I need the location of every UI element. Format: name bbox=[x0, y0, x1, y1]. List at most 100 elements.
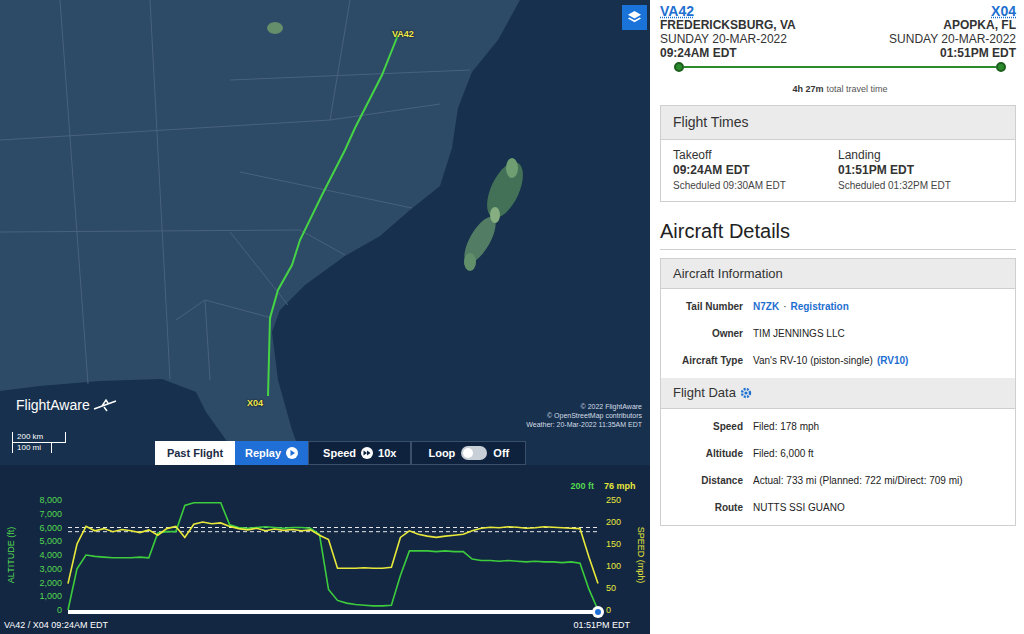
layers-icon bbox=[627, 10, 642, 25]
flight-map[interactable]: VA42X04FlightAware200 km100 mi© 2022 Fli… bbox=[0, 0, 650, 465]
row-value: Filed: 6,000 ft bbox=[753, 446, 1009, 461]
map-scale: 200 km100 mi bbox=[12, 432, 66, 453]
loop-toggle[interactable]: LoopOff bbox=[411, 441, 526, 465]
speed-tick: 250 bbox=[606, 495, 621, 505]
speed-label: Speed bbox=[323, 445, 356, 462]
value-text: · bbox=[783, 299, 786, 314]
flight-time-label: Takeoff bbox=[673, 148, 838, 163]
origin-dot bbox=[674, 62, 684, 72]
flight-details-panel: VA42FREDERICKSBURG, VASUNDAY 20-MAR-2022… bbox=[650, 0, 1024, 634]
scale-km: 200 km bbox=[12, 432, 66, 443]
layers-button[interactable] bbox=[622, 5, 647, 30]
altitude-tick: 7,000 bbox=[39, 509, 62, 519]
map-canvas bbox=[0, 0, 650, 465]
flight-time-item: Takeoff09:24AM EDTScheduled 09:30AM EDT bbox=[673, 148, 838, 193]
timeline-track[interactable] bbox=[68, 606, 604, 618]
speed-tick: 100 bbox=[606, 561, 621, 571]
speed-tick: 50 bbox=[606, 583, 616, 593]
attribution-line: © OpenStreetMap contributors bbox=[547, 411, 642, 420]
origin-airport: VA42FREDERICKSBURG, VASUNDAY 20-MAR-2022… bbox=[660, 4, 796, 60]
replay-label: Replay bbox=[245, 445, 281, 462]
row-label: Distance bbox=[661, 473, 743, 488]
aircraft-details-heading: Aircraft Details bbox=[660, 216, 1016, 250]
altitude-tick: 1,000 bbox=[39, 591, 62, 601]
row-label: Altitude bbox=[661, 446, 743, 461]
row-value: Actual: 733 mi (Planned: 722 mi/Direct: … bbox=[753, 473, 1009, 488]
flight-times-card: Flight Times Takeoff09:24AM EDTScheduled … bbox=[660, 105, 1016, 202]
play-icon bbox=[286, 447, 298, 459]
destination-airport: X04APOPKA, FLSUNDAY 20-MAR-202201:51PM E… bbox=[889, 4, 1016, 60]
origin-date: SUNDAY 20-MAR-2022 bbox=[660, 32, 787, 46]
section-title: Flight Data bbox=[673, 383, 736, 403]
timeline-handle[interactable] bbox=[592, 606, 604, 618]
altitude-axis-title: ALTITUDE (ft) bbox=[6, 527, 16, 583]
row-value: TIM JENNINGS LLC bbox=[753, 326, 1009, 341]
altitude-line bbox=[68, 503, 598, 610]
value-link[interactable]: N7ZK bbox=[753, 299, 779, 314]
scale-mi: 100 mi bbox=[12, 443, 52, 453]
origin-time: 09:24AM EDT bbox=[660, 46, 737, 60]
destination-date: SUNDAY 20-MAR-2022 bbox=[889, 32, 1016, 46]
flight-time-scheduled: Scheduled 09:30AM EDT bbox=[673, 178, 838, 193]
plane-icon bbox=[92, 398, 118, 412]
aircraft-details-title: Aircraft Details bbox=[660, 220, 790, 242]
progress-fill bbox=[684, 66, 996, 68]
cursor-altitude: 200 ft bbox=[570, 481, 594, 491]
chart-canvas: 8,0007,0006,0005,0004,0003,0002,0001,000… bbox=[0, 465, 650, 634]
value-link[interactable]: Registration bbox=[790, 299, 848, 314]
row-label: Route bbox=[661, 500, 743, 515]
progress-track bbox=[684, 66, 996, 68]
destination-city: APOPKA, FL bbox=[943, 18, 1016, 32]
fast-forward-icon bbox=[361, 447, 373, 459]
section-rows: Tail Number N7ZK · Registration Owner TIM JEN… bbox=[661, 289, 1015, 378]
past-flight-label: Past Flight bbox=[167, 445, 223, 462]
loop-label: Loop bbox=[428, 445, 455, 462]
altitude-tick: 3,000 bbox=[39, 564, 62, 574]
flight-times-header: Flight Times bbox=[661, 106, 1015, 140]
value-link[interactable]: (RV10) bbox=[877, 353, 909, 368]
speed-axis-title: SPEED (mph) bbox=[636, 527, 646, 584]
row-value: Filed: 178 mph bbox=[753, 419, 1009, 434]
row-label: Tail Number bbox=[661, 299, 743, 314]
flight-time-label: Landing bbox=[838, 148, 1003, 163]
replay-button[interactable]: Replay bbox=[235, 441, 308, 465]
aircraft-details-card: Aircraft InformationTail NumberN7ZK·Regi… bbox=[660, 258, 1016, 526]
flight-times-title: Flight Times bbox=[673, 114, 748, 130]
row-value: NUTTS SSI GUANO bbox=[753, 500, 1009, 515]
filed-speed-line bbox=[68, 531, 598, 532]
altitude-tick: 8,000 bbox=[39, 495, 62, 505]
origin-airport-label: VA42 bbox=[392, 28, 414, 42]
destination-code-link[interactable]: X04 bbox=[991, 4, 1016, 18]
altitude-tick: 6,000 bbox=[39, 523, 62, 533]
speed-button[interactable]: Speed 10x bbox=[308, 441, 411, 465]
origin-code-link[interactable]: VA42 bbox=[660, 4, 694, 18]
flight-time-value: 09:24AM EDT bbox=[673, 163, 838, 178]
map-panel: VA42X04FlightAware200 km100 mi© 2022 Fli… bbox=[0, 0, 650, 634]
flight-time-item: Landing01:51PM EDTScheduled 01:32PM EDT bbox=[838, 148, 1003, 193]
loop-switch[interactable] bbox=[461, 446, 487, 460]
value-text: Filed: 6,000 ft bbox=[753, 446, 814, 461]
value-text: TIM JENNINGS LLC bbox=[753, 326, 845, 341]
row-label: Speed bbox=[661, 419, 743, 434]
destination-dot bbox=[996, 62, 1006, 72]
value-text: Van's RV-10 (piston-single) bbox=[753, 353, 873, 368]
value-text: Actual: 733 mi (Planned: 722 mi/Direct: … bbox=[753, 473, 963, 488]
value-text: Filed: 178 mph bbox=[753, 419, 819, 434]
value-text: NUTTS SSI GUANO bbox=[753, 500, 845, 515]
map-attribution: © 2022 FlightAware© OpenStreetMap contri… bbox=[526, 402, 642, 429]
past-flight-tab[interactable]: Past Flight bbox=[155, 441, 235, 465]
gear-icon[interactable] bbox=[740, 387, 752, 399]
logo-text: FlightAware bbox=[16, 398, 90, 412]
speed-value: 10x bbox=[378, 445, 396, 462]
flight-time-value: 01:51PM EDT bbox=[838, 163, 1003, 178]
loop-switch-knob bbox=[463, 448, 473, 458]
row-label: Owner bbox=[661, 326, 743, 341]
replay-controls: Past Flight Replay Speed 10x LoopOff bbox=[155, 441, 526, 465]
row-value: N7ZK · Registration bbox=[753, 299, 1009, 314]
origin-city: FREDERICKSBURG, VA bbox=[660, 18, 796, 32]
route-header: VA42FREDERICKSBURG, VASUNDAY 20-MAR-2022… bbox=[660, 0, 1020, 60]
speed-tick: 0 bbox=[606, 605, 611, 615]
travel-time-suffix: total travel time bbox=[827, 83, 888, 97]
speed-tick: 200 bbox=[606, 517, 621, 527]
speed-line bbox=[68, 522, 598, 584]
